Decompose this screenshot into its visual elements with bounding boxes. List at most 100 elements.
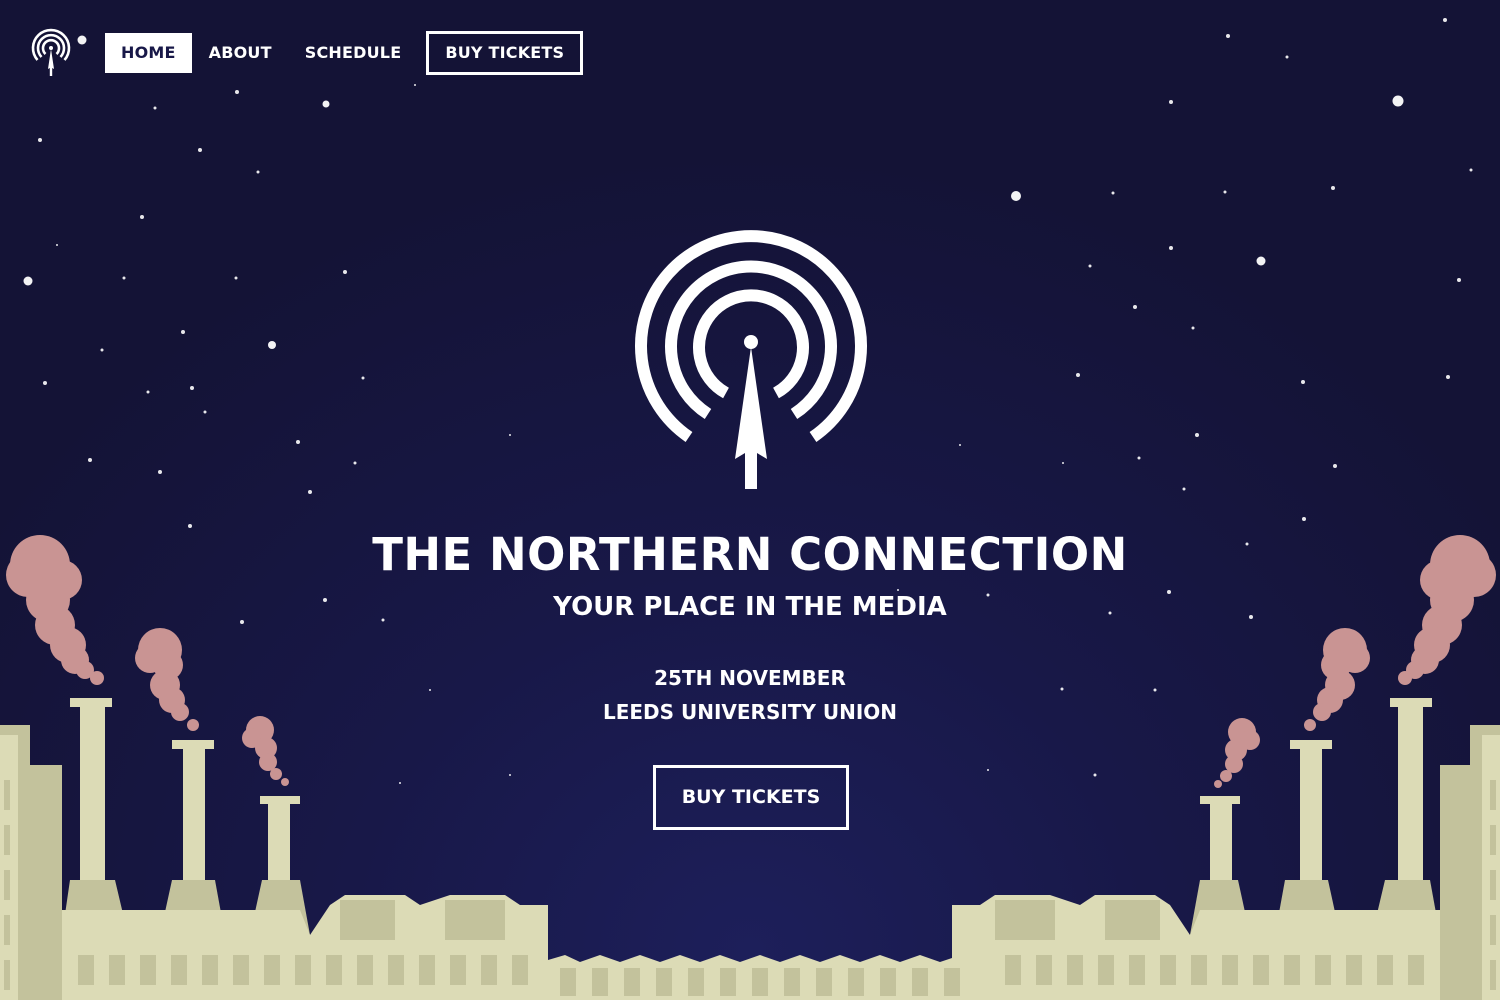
star bbox=[1285, 55, 1289, 59]
factory-window bbox=[140, 955, 156, 985]
factory-window bbox=[1490, 870, 1496, 900]
star bbox=[343, 270, 347, 274]
star bbox=[140, 215, 144, 219]
star bbox=[1111, 191, 1115, 195]
factory-window bbox=[264, 955, 280, 985]
star bbox=[1088, 264, 1092, 268]
star bbox=[203, 410, 207, 414]
star bbox=[296, 440, 300, 444]
star bbox=[1443, 18, 1447, 22]
star bbox=[1191, 326, 1195, 330]
star bbox=[1076, 373, 1080, 377]
factory-window bbox=[1067, 955, 1083, 985]
star bbox=[1133, 305, 1137, 309]
nav-schedule[interactable]: SCHEDULE bbox=[289, 33, 418, 73]
star bbox=[1333, 464, 1337, 468]
factory-window bbox=[1098, 955, 1114, 985]
star bbox=[23, 276, 33, 286]
factory-window bbox=[1222, 955, 1238, 985]
factory-window bbox=[560, 968, 576, 996]
factory-window bbox=[4, 825, 10, 855]
factory-window bbox=[233, 955, 249, 985]
factory-window bbox=[202, 955, 218, 985]
star bbox=[1195, 433, 1199, 437]
factory-window bbox=[481, 955, 497, 985]
star bbox=[414, 84, 416, 86]
star bbox=[1223, 190, 1227, 194]
star bbox=[1011, 191, 1021, 201]
factory-window bbox=[450, 955, 466, 985]
star bbox=[361, 376, 365, 380]
star bbox=[308, 490, 312, 494]
star bbox=[1457, 278, 1461, 282]
factories-right bbox=[952, 698, 1500, 1000]
factory-window bbox=[357, 955, 373, 985]
factory-window bbox=[1253, 955, 1269, 985]
smoke-left bbox=[6, 535, 289, 786]
factory-window bbox=[326, 955, 342, 985]
factory-window bbox=[1490, 780, 1496, 810]
star bbox=[1137, 456, 1141, 460]
factory-window bbox=[848, 968, 864, 996]
star bbox=[153, 106, 157, 110]
star bbox=[1256, 256, 1266, 266]
star bbox=[256, 170, 260, 174]
factory-window bbox=[419, 955, 435, 985]
nav-home[interactable]: HOME bbox=[105, 33, 192, 73]
star bbox=[181, 330, 185, 334]
factory-window bbox=[688, 968, 704, 996]
factory-window bbox=[912, 968, 928, 996]
factory-window bbox=[1346, 955, 1362, 985]
star bbox=[268, 341, 276, 349]
star bbox=[1301, 380, 1305, 384]
factory-skyline bbox=[0, 535, 1500, 1000]
factory-window bbox=[1490, 960, 1496, 990]
factory-window bbox=[816, 968, 832, 996]
star bbox=[88, 458, 92, 462]
factory-window bbox=[880, 968, 896, 996]
star bbox=[1182, 487, 1186, 491]
star bbox=[509, 434, 511, 436]
star bbox=[234, 276, 238, 280]
nav-buy-tickets-button[interactable]: BUY TICKETS bbox=[426, 31, 584, 75]
factory-window bbox=[1377, 955, 1393, 985]
factory-window bbox=[1005, 955, 1021, 985]
star bbox=[122, 276, 126, 280]
factory-window bbox=[388, 955, 404, 985]
star bbox=[1331, 186, 1335, 190]
star bbox=[1392, 95, 1404, 107]
nav-about[interactable]: ABOUT bbox=[193, 33, 288, 73]
radio-tower-icon bbox=[635, 230, 867, 489]
factory-window bbox=[171, 955, 187, 985]
star bbox=[322, 100, 330, 108]
star bbox=[100, 348, 104, 352]
star bbox=[43, 381, 47, 385]
factory-window bbox=[592, 968, 608, 996]
factory-window bbox=[1284, 955, 1300, 985]
factory-window bbox=[720, 968, 736, 996]
star bbox=[1226, 34, 1230, 38]
star bbox=[158, 470, 162, 474]
factory-window bbox=[1490, 915, 1496, 945]
factory-window bbox=[624, 968, 640, 996]
factory-window bbox=[4, 960, 10, 990]
star bbox=[1169, 100, 1173, 104]
factory-window bbox=[656, 968, 672, 996]
star bbox=[353, 461, 357, 465]
factory-window bbox=[4, 870, 10, 900]
factory-window bbox=[109, 955, 125, 985]
factory-window bbox=[752, 968, 768, 996]
radio-tower-icon[interactable] bbox=[28, 28, 74, 78]
star bbox=[1446, 375, 1450, 379]
factory-window bbox=[1490, 825, 1496, 855]
star bbox=[1469, 168, 1473, 172]
star bbox=[146, 390, 150, 394]
star bbox=[1169, 246, 1173, 250]
factory-window bbox=[1160, 955, 1176, 985]
star bbox=[198, 148, 202, 152]
factory-window bbox=[1315, 955, 1331, 985]
factory-window bbox=[1129, 955, 1145, 985]
factory-window bbox=[295, 955, 311, 985]
factory-window bbox=[4, 915, 10, 945]
smoke-right bbox=[1214, 535, 1496, 788]
